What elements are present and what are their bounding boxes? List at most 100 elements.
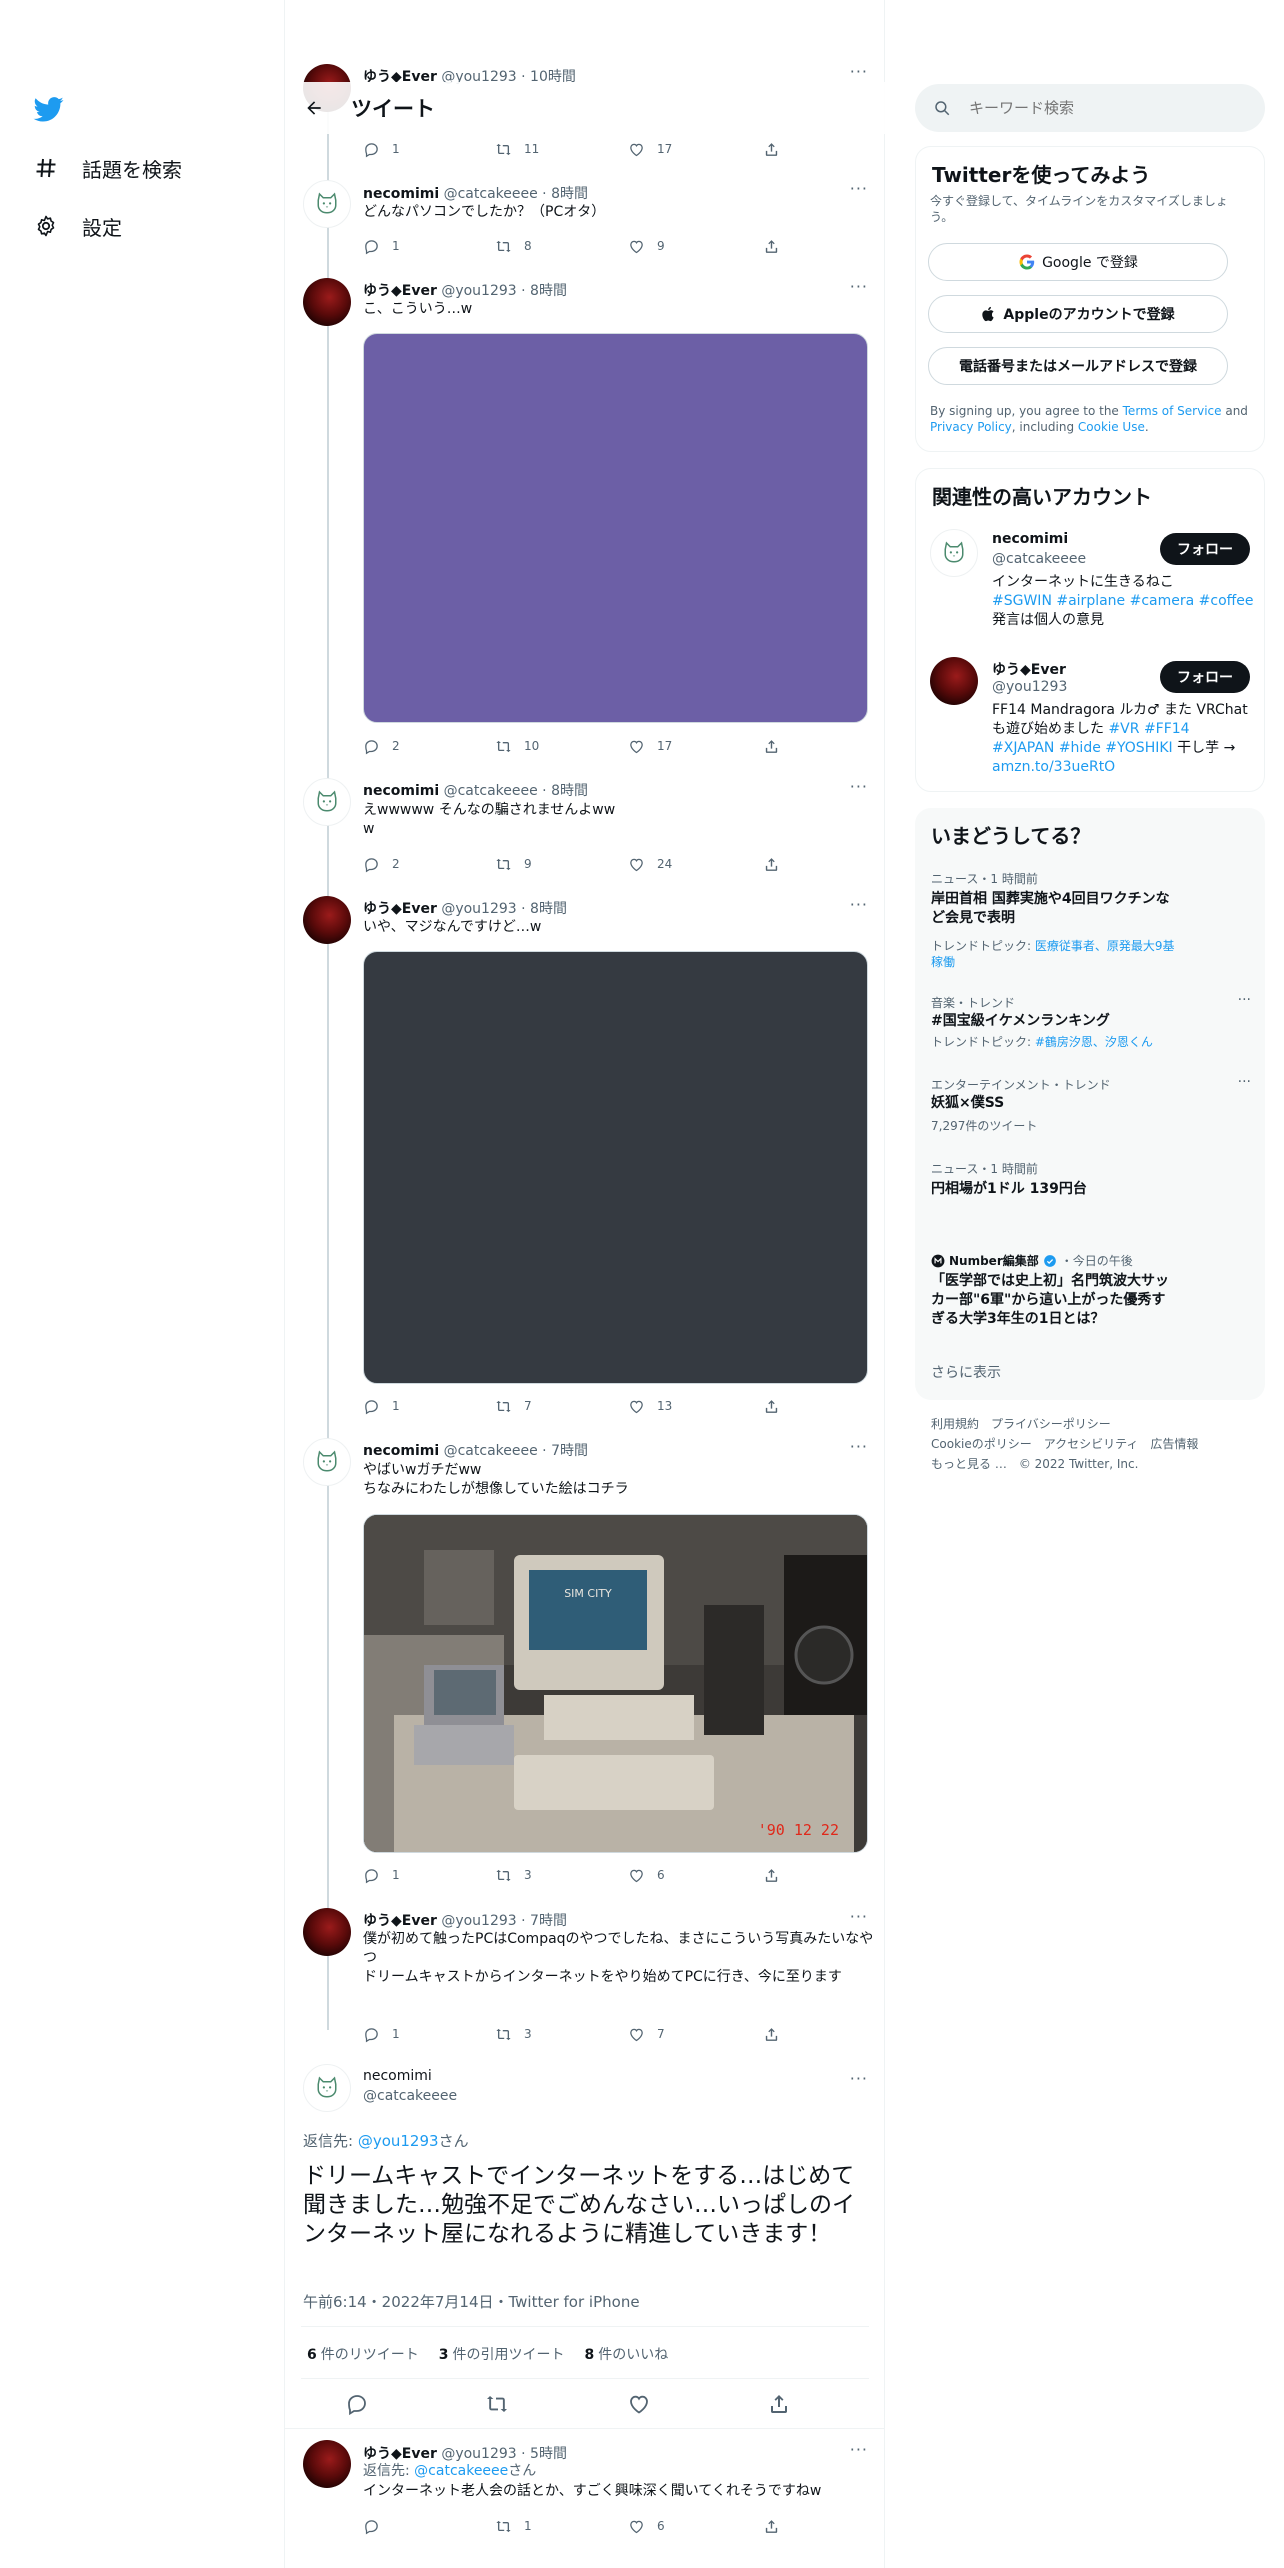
more-icon[interactable]: ··· <box>850 277 868 296</box>
user-handle[interactable]: @catcakeeee <box>444 783 538 799</box>
retweet-button[interactable]: 3 <box>495 1865 532 1885</box>
avatar[interactable] <box>303 896 351 944</box>
share-button[interactable] <box>763 236 780 256</box>
reply-button[interactable]: 1 <box>363 1396 400 1416</box>
more-icon[interactable]: ··· <box>850 2069 868 2088</box>
search-input[interactable] <box>969 99 1249 117</box>
more-icon[interactable]: ··· <box>850 2440 868 2459</box>
retweet-button[interactable]: 3 <box>495 2024 532 2044</box>
terms-link[interactable]: Terms of Service <box>1123 404 1222 418</box>
avatar[interactable] <box>303 180 351 228</box>
more-icon[interactable]: ··· <box>850 777 868 796</box>
reply-to-link[interactable]: @catcakeeee <box>414 2463 508 2479</box>
reply-button[interactable]: 1 <box>363 2024 400 2044</box>
tweet-time[interactable]: 5時間 <box>530 2446 567 2462</box>
reply-button[interactable]: 1 <box>363 236 400 256</box>
footer-line[interactable]: もっと見る … © 2022 Twitter, Inc. <box>931 1454 1251 1474</box>
twitter-bird-icon[interactable] <box>32 94 66 124</box>
reply-button[interactable] <box>363 2516 380 2536</box>
user-handle[interactable]: @catcakeeee <box>444 1443 538 1459</box>
like-button[interactable]: 17 <box>628 736 672 756</box>
retweet-button[interactable]: 10 <box>495 736 539 756</box>
show-more-link[interactable]: さらに表示 <box>931 1362 1001 1382</box>
user-handle[interactable]: @you1293 <box>441 283 516 299</box>
tweet-time[interactable]: 8時間 <box>551 186 588 202</box>
share-button[interactable] <box>763 139 780 159</box>
tweet-time[interactable]: 7時間 <box>551 1443 588 1459</box>
likes-stat[interactable]: 8 件のいいね <box>585 2344 669 2364</box>
like-button[interactable]: 13 <box>628 1396 672 1416</box>
nav-explore[interactable]: 話題を検索 <box>32 148 182 188</box>
retweet-button[interactable]: 8 <box>495 236 532 256</box>
avatar[interactable] <box>930 657 978 705</box>
more-icon[interactable]: ··· <box>850 62 868 81</box>
reply-button[interactable]: 1 <box>363 139 400 159</box>
like-button[interactable]: 9 <box>628 236 665 256</box>
share-button[interactable] <box>763 2516 780 2536</box>
avatar[interactable] <box>303 2440 351 2488</box>
privacy-link[interactable]: Privacy Policy <box>930 420 1012 434</box>
nav-settings[interactable]: 設定 <box>32 206 122 246</box>
reply-button[interactable]: 1 <box>363 1865 400 1885</box>
like-button[interactable]: 6 <box>628 1865 665 1885</box>
reply-button[interactable]: 2 <box>363 854 400 874</box>
avatar[interactable] <box>303 2064 351 2112</box>
user-name[interactable]: ゆう◆Ever <box>363 901 437 917</box>
tweet-meta[interactable]: 午前6:14・2022年7月14日・Twitter for iPhone <box>303 2291 640 2312</box>
like-button[interactable]: 7 <box>628 2024 665 2044</box>
arrow-left-icon[interactable] <box>297 91 331 125</box>
focal-user-name[interactable]: necomimi <box>363 2068 432 2084</box>
like-button[interactable]: 6 <box>628 2516 665 2536</box>
account-name[interactable]: ゆう◆Ever <box>992 659 1066 679</box>
more-icon[interactable]: ··· <box>850 1907 868 1926</box>
like-button[interactable]: 24 <box>628 854 672 874</box>
more-icon[interactable]: ··· <box>1238 992 1251 1008</box>
retweet-button[interactable]: 11 <box>495 139 539 159</box>
retweet-button[interactable]: 9 <box>495 854 532 874</box>
more-icon[interactable]: ··· <box>850 179 868 198</box>
share-button[interactable] <box>763 1865 780 1885</box>
user-name[interactable]: ゆう◆Ever <box>363 283 437 299</box>
cookie-link[interactable]: Cookie Use <box>1078 420 1145 434</box>
avatar[interactable] <box>930 529 978 577</box>
more-icon[interactable]: ··· <box>850 895 868 914</box>
user-name[interactable]: necomimi <box>363 783 439 799</box>
share-button[interactable] <box>763 736 780 756</box>
avatar[interactable] <box>303 778 351 826</box>
avatar[interactable] <box>303 1438 351 1486</box>
retweets-stat[interactable]: 6 件のリツイート <box>307 2344 419 2364</box>
google-signup-button[interactable]: Google で登録 <box>928 243 1228 281</box>
user-name[interactable]: ゆう◆Ever <box>363 2446 437 2462</box>
tweet-time[interactable]: 7時間 <box>530 1913 567 1929</box>
share-button[interactable] <box>763 854 780 874</box>
bio-hashtags[interactable]: #SGWIN #airplane #camera #coffee <box>992 593 1254 609</box>
tweet-time[interactable]: 8時間 <box>530 901 567 917</box>
like-button[interactable]: 17 <box>628 139 672 159</box>
quotes-stat[interactable]: 3 件の引用ツイート <box>439 2344 565 2364</box>
follow-button[interactable]: フォロー <box>1160 533 1250 565</box>
account-name[interactable]: necomimi <box>992 531 1068 547</box>
user-name[interactable]: ゆう◆Ever <box>363 1913 437 1929</box>
tweet-image[interactable] <box>363 333 868 723</box>
tweet-time[interactable]: 8時間 <box>530 283 567 299</box>
share-button[interactable] <box>763 2024 780 2044</box>
search-box[interactable] <box>915 84 1265 132</box>
user-handle[interactable]: @you1293 <box>441 1913 516 1929</box>
user-handle[interactable]: @you1293 <box>441 901 516 917</box>
share-icon[interactable] <box>767 2392 791 2416</box>
phone-email-signup-button[interactable]: 電話番号またはメールアドレスで登録 <box>928 347 1228 385</box>
bio-link[interactable]: amzn.to/33ueRtO <box>992 759 1115 775</box>
user-name[interactable]: necomimi <box>363 1443 439 1459</box>
reply-icon[interactable] <box>345 2392 369 2416</box>
follow-button[interactable]: フォロー <box>1160 661 1250 693</box>
trend-topic-links[interactable]: #鶴房汐恩、汐恩くん <box>1035 1035 1153 1049</box>
retweet-button[interactable]: 1 <box>495 2516 532 2536</box>
focal-user-handle[interactable]: @catcakeeee <box>363 2088 457 2104</box>
avatar[interactable] <box>303 1908 351 1956</box>
footer-line[interactable]: 利用規約 プライバシーポリシー <box>931 1414 1251 1434</box>
footer-line[interactable]: Cookieのポリシー アクセシビリティ 広告情報 <box>931 1434 1251 1454</box>
retweet-button[interactable]: 7 <box>495 1396 532 1416</box>
reply-button[interactable]: 2 <box>363 736 400 756</box>
account-handle[interactable]: @you1293 <box>992 679 1067 695</box>
more-icon[interactable]: ··· <box>850 1437 868 1456</box>
